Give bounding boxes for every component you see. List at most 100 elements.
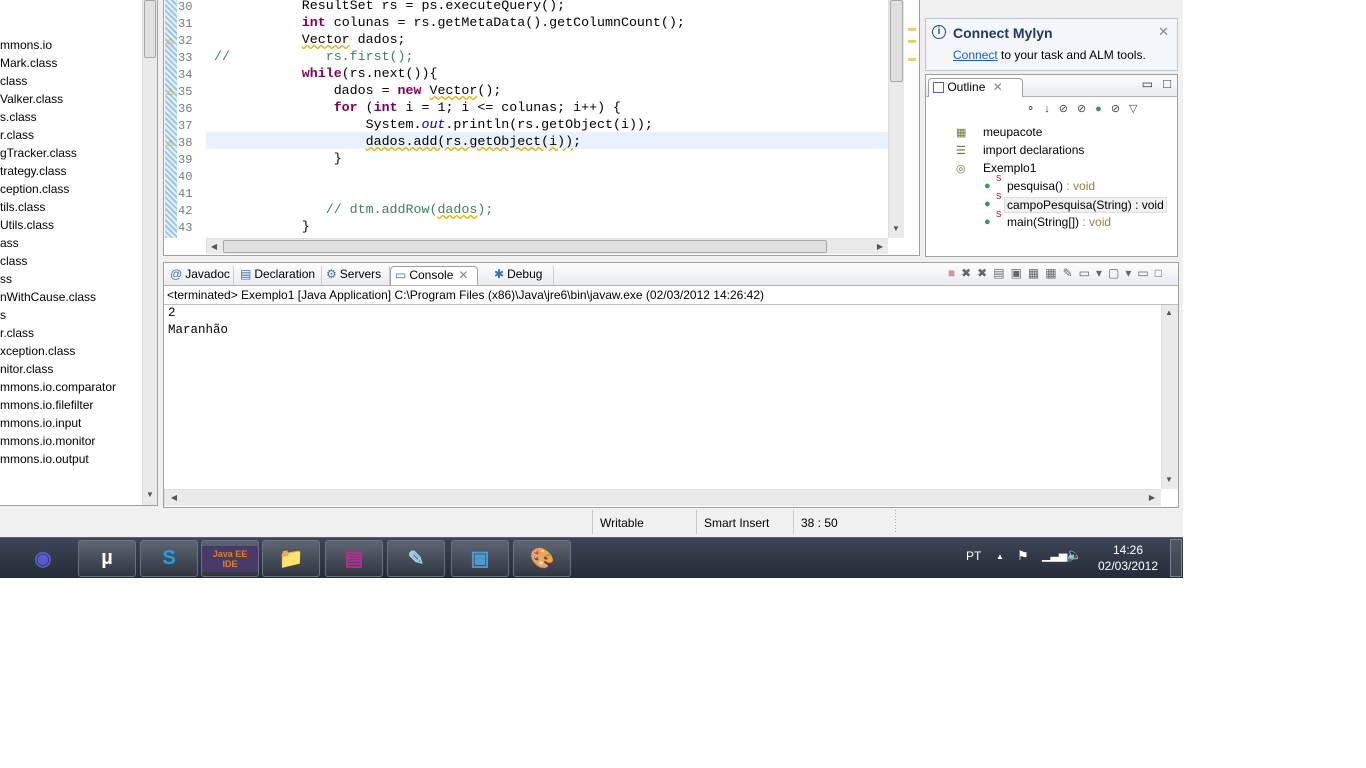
explorer-item[interactable]: trategy.class [0, 164, 66, 178]
code-line[interactable]: // rs.first(); [214, 49, 414, 64]
scroll-right-icon[interactable]: ▶ [1145, 493, 1159, 502]
explorer-item[interactable]: s [0, 308, 6, 322]
explorer-item[interactable]: class [0, 74, 27, 88]
minimize-icon[interactable]: ▭ [1142, 77, 1153, 91]
code-line[interactable]: // dtm.addRow(dados); [214, 202, 494, 217]
outline-item[interactable]: main(String[]) : void [1007, 215, 1111, 229]
overview-ruler[interactable] [905, 0, 919, 238]
taskbar-button[interactable]: µ [78, 540, 136, 577]
clear-console-icon[interactable]: ▤ [993, 266, 1010, 280]
code-line[interactable]: Vector dados; [214, 32, 406, 47]
hide-static-icon[interactable]: ⊘ [1059, 103, 1077, 115]
clock[interactable]: 14:26 02/03/2012 [1094, 542, 1162, 574]
explorer-item[interactable]: mmons.io.filefilter [0, 398, 93, 412]
maximize-icon[interactable]: □ [1155, 266, 1168, 280]
action-center-flag-icon[interactable]: ⚑ [1017, 548, 1029, 564]
scroll-thumb[interactable] [144, 0, 156, 58]
show-on-stdout-icon[interactable]: ▦ [1028, 266, 1045, 280]
explorer-item[interactable]: mmons.io.comparator [0, 380, 116, 394]
taskbar-button[interactable]: ✎ [387, 540, 445, 577]
hide-local-types-icon[interactable]: ⊘ [1111, 103, 1129, 115]
explorer-item[interactable]: mmons.io.monitor [0, 434, 95, 448]
tab-console[interactable]: ▭ Console ✕ [390, 266, 478, 285]
show-hidden-icons-icon[interactable]: ▲ [996, 552, 1004, 561]
explorer-item[interactable]: mmons.io.input [0, 416, 81, 430]
connect-link[interactable]: Connect [953, 48, 998, 62]
outline-item[interactable]: import declarations [983, 143, 1084, 157]
console-hscrollbar[interactable]: ◀ ▶ [164, 489, 1161, 506]
code-line[interactable]: while(rs.next()){ [214, 66, 438, 81]
taskbar-button[interactable]: ◉ [14, 540, 72, 577]
taskbar-button[interactable]: 📁 [262, 540, 320, 577]
scroll-down-icon[interactable]: ▼ [143, 490, 157, 499]
show-desktop-button[interactable] [1170, 539, 1182, 577]
explorer-item[interactable]: ception.class [0, 182, 69, 196]
volume-icon[interactable]: 🔈 [1066, 547, 1082, 563]
code-line[interactable]: int colunas = rs.getMetaData().getColumn… [214, 15, 685, 30]
code-line[interactable]: System.out.println(rs.getObject(i)); [214, 117, 653, 132]
outline-item[interactable]: campoPesquisa(String) : void [1004, 197, 1167, 213]
explorer-item[interactable]: nitor.class [0, 362, 53, 376]
taskbar-button[interactable]: Java EE IDE [201, 540, 259, 577]
hide-nonpublic-icon[interactable]: ⊘ [1077, 103, 1095, 115]
scroll-thumb[interactable] [223, 240, 827, 253]
scroll-down-icon[interactable]: ▼ [1162, 475, 1176, 484]
explorer-item[interactable]: r.class [0, 326, 34, 340]
language-indicator[interactable]: PT [966, 549, 981, 563]
code-line[interactable]: ResultSet rs = ps.executeQuery(); [214, 0, 565, 13]
minimize-icon[interactable]: ▭ [1137, 266, 1154, 280]
warning-icon[interactable]: ⚠ [166, 87, 177, 98]
code-line[interactable]: for (int i = 1; i <= colunas; i++) { [214, 100, 621, 115]
explorer-item[interactable]: r.class [0, 128, 34, 142]
maximize-icon[interactable]: □ [1163, 76, 1171, 91]
tab-outline[interactable]: Outline ✕ [928, 78, 1023, 97]
explorer-item[interactable]: gTracker.class [0, 146, 77, 160]
explorer-item[interactable]: class [0, 254, 27, 268]
taskbar-button[interactable]: ▣ [451, 540, 509, 577]
scroll-down-icon[interactable]: ▼ [889, 224, 903, 233]
explorer-item[interactable]: ass [0, 236, 19, 250]
warning-icon[interactable]: ⚠ [166, 138, 177, 149]
explorer-item[interactable]: Valker.class [0, 92, 63, 106]
network-icon[interactable]: ▁▃▅ [1042, 549, 1067, 562]
close-icon[interactable]: ✕ [993, 80, 1003, 94]
taskbar-button[interactable]: S [140, 540, 198, 577]
editor-hscrollbar[interactable]: ◀ ▶ [206, 238, 888, 254]
explorer-item[interactable]: xception.class [0, 344, 75, 358]
scroll-lock-icon[interactable]: ▣ [1011, 266, 1028, 280]
tab-javadoc[interactable]: @ Javadoc [166, 266, 234, 285]
explorer-item[interactable]: s.class [0, 110, 37, 124]
taskbar-button[interactable]: 🎨 [513, 540, 571, 577]
explorer-item[interactable]: Utils.class [0, 218, 54, 232]
pin-console-icon[interactable]: ✎ [1063, 266, 1079, 280]
close-icon[interactable]: ✕ [458, 268, 468, 282]
console-vscrollbar[interactable]: ▲ ▼ [1161, 305, 1178, 489]
scroll-thumb[interactable] [890, 0, 903, 82]
explorer-item[interactable]: ss [0, 272, 12, 286]
outline-item[interactable]: pesquisa() : void [1007, 179, 1095, 193]
code-editor[interactable]: 30 ResultSet rs = ps.executeQuery(); 31 i… [163, 0, 920, 256]
hide-fields-icon[interactable]: ⚬ [1026, 103, 1044, 115]
open-console-icon[interactable]: ▢▾ [1108, 266, 1137, 280]
view-menu-icon[interactable]: ▽ [1129, 103, 1146, 115]
show-on-stderr-icon[interactable]: ▦ [1045, 266, 1062, 280]
scroll-left-icon[interactable]: ◀ [207, 242, 221, 251]
scroll-right-icon[interactable]: ▶ [873, 242, 887, 251]
code-line[interactable]: } [214, 219, 310, 234]
code-line[interactable]: dados.add(rs.getObject(i)); [214, 134, 581, 149]
close-icon[interactable]: ✕ [1158, 24, 1169, 40]
code-line[interactable]: dados = new Vector(); [214, 83, 502, 98]
sort-icon[interactable]: ↓ [1044, 103, 1059, 115]
remove-all-icon[interactable]: ✖ [977, 266, 993, 280]
tab-servers[interactable]: ⚙ Servers [322, 266, 390, 285]
warning-icon[interactable]: ⚠ [166, 36, 177, 47]
taskbar-button[interactable]: ▤ [325, 540, 383, 577]
outline-item[interactable]: meupacote [983, 125, 1042, 139]
tab-declaration[interactable]: ▤ Declaration [236, 266, 322, 285]
explorer-item[interactable]: tils.class [0, 200, 45, 214]
editor-vscrollbar[interactable]: ▼ [888, 0, 904, 238]
tab-debug[interactable]: ✱ Debug [490, 266, 554, 285]
outline-item[interactable]: Exemplo1 [983, 161, 1036, 175]
terminate-icon[interactable]: ■ [948, 266, 961, 280]
explorer-item[interactable]: nWithCause.class [0, 290, 96, 304]
